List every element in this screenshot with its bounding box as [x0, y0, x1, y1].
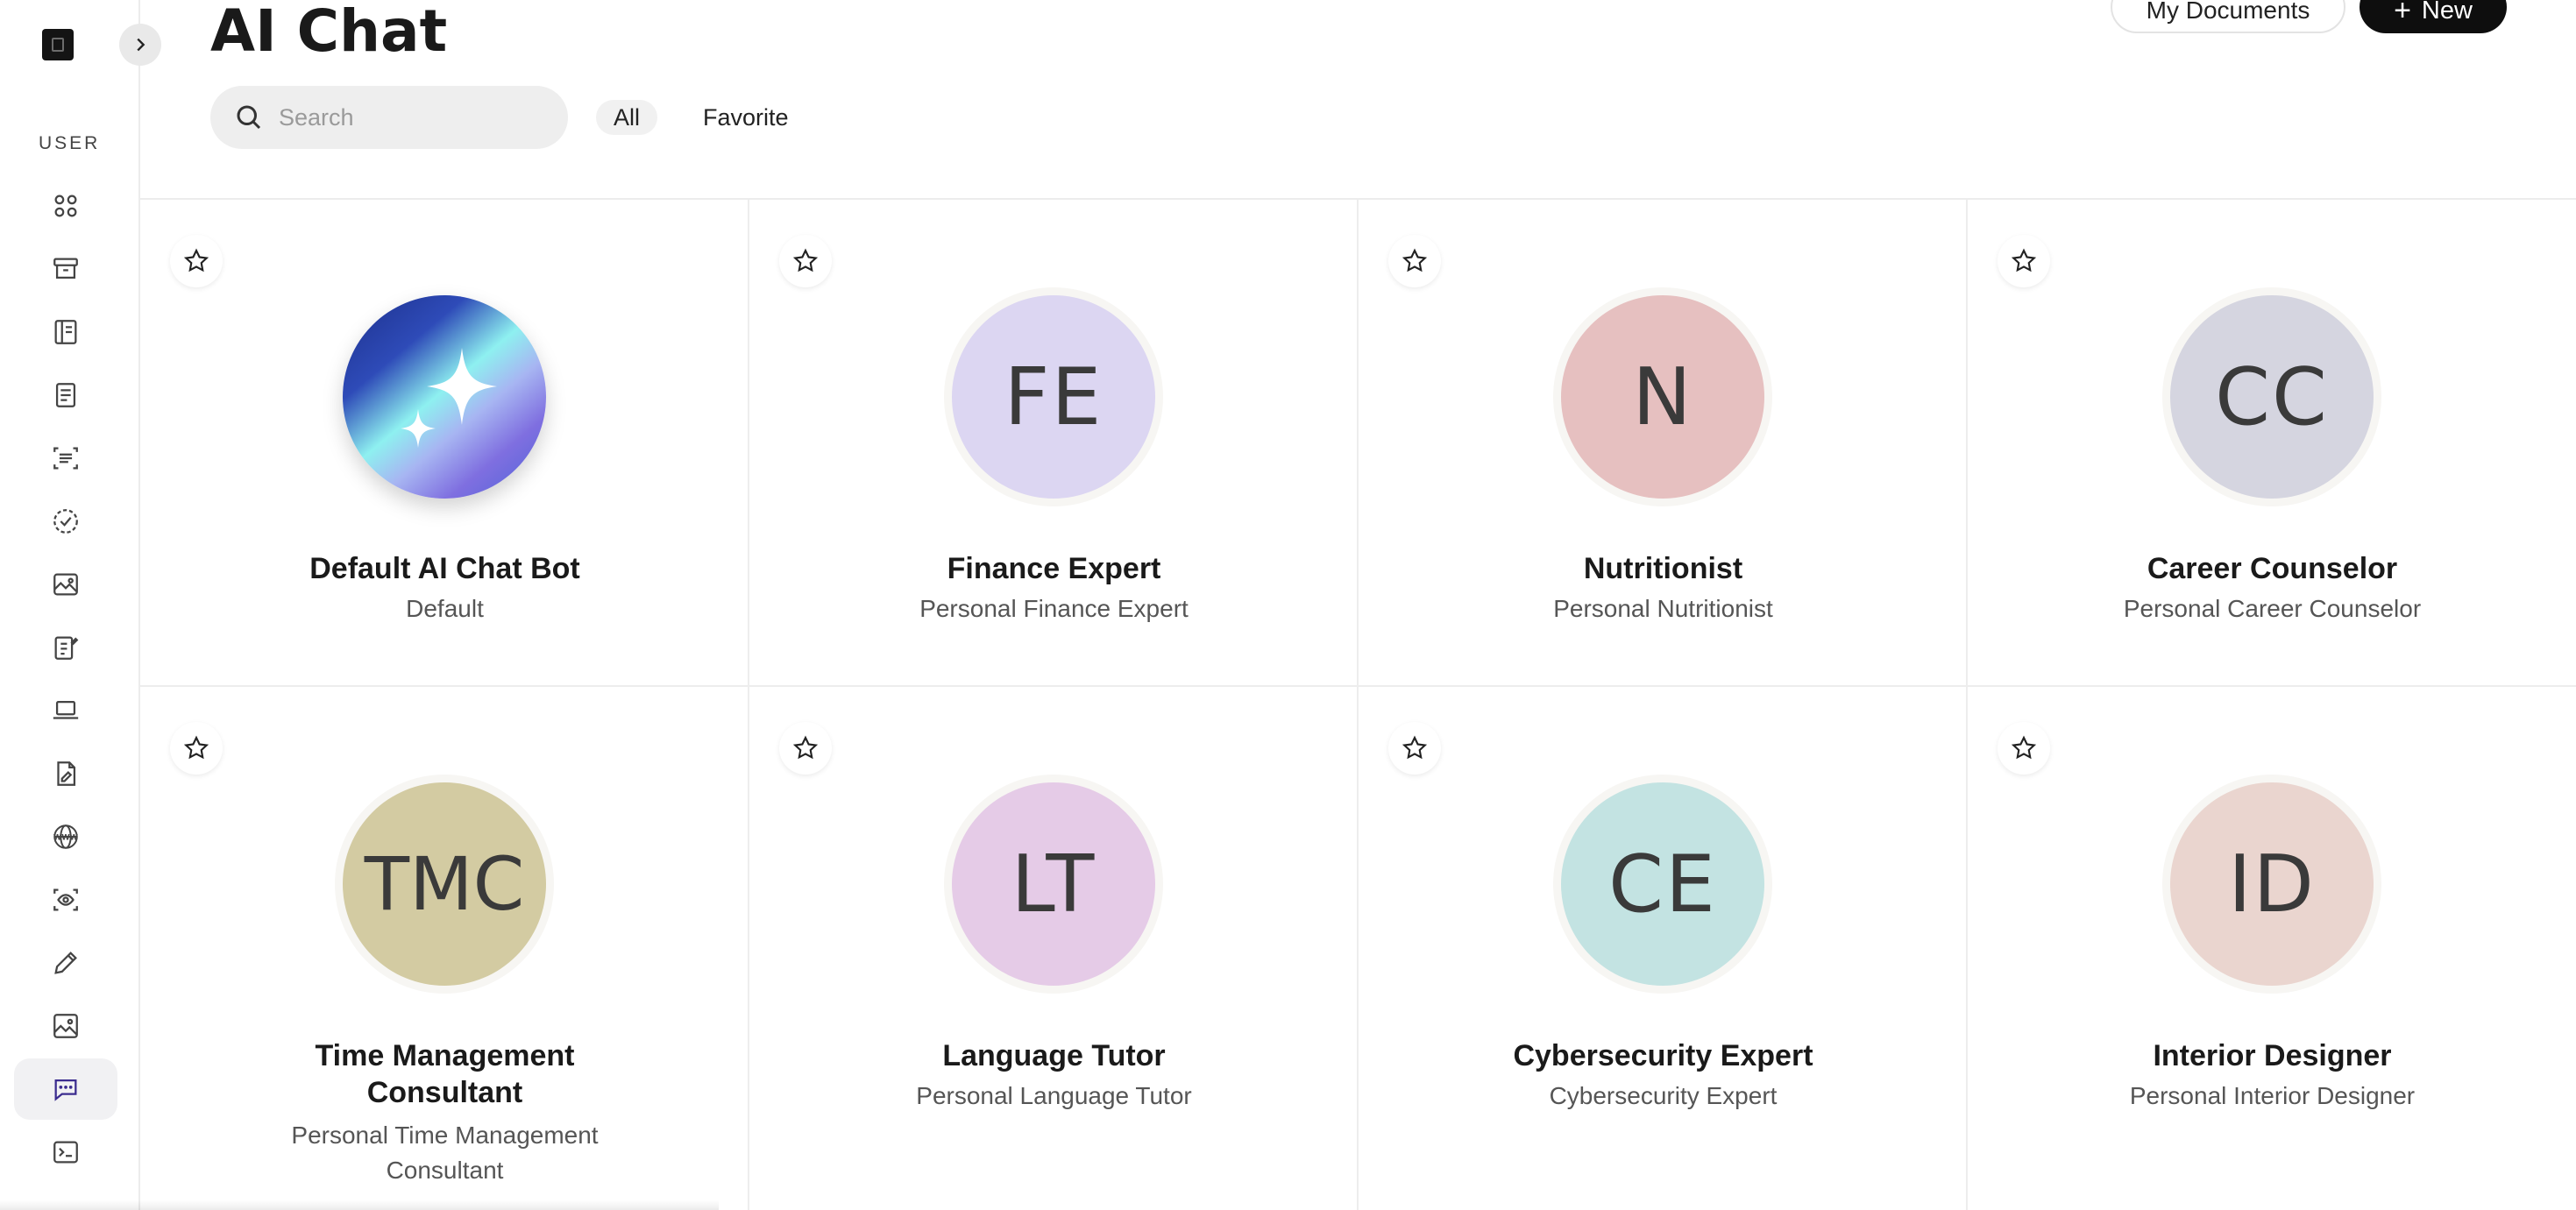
star-icon: [792, 248, 819, 272]
avatar: ID: [2170, 782, 2374, 986]
card-name: Nutritionist: [1583, 552, 1743, 585]
avatar-ring: N: [1553, 287, 1772, 506]
card-name: Interior Designer: [2153, 1039, 2392, 1072]
avatar-ring: FE: [944, 287, 1163, 506]
assistant-card[interactable]: CC Career Counselor Personal Career Coun…: [1968, 200, 2576, 687]
sparkle-icon: [401, 348, 497, 448]
star-icon: [1402, 248, 1428, 272]
app-logo[interactable]: [42, 29, 74, 60]
avatar-ring: [335, 287, 554, 506]
star-icon: [792, 735, 819, 760]
assistant-card[interactable]: ID Interior Designer Personal Interior D…: [1968, 687, 2576, 1210]
card-subtitle: Personal Language Tutor: [916, 1082, 1192, 1109]
laptop-icon[interactable]: [14, 680, 117, 741]
assistant-card[interactable]: N Nutritionist Personal Nutritionist: [1359, 200, 1968, 687]
card-name: Finance Expert: [947, 552, 1161, 585]
avatar-ring: LT: [944, 775, 1163, 994]
svg-text:WWW: WWW: [53, 834, 79, 843]
page-title: AI Chat: [210, 0, 448, 65]
new-button[interactable]: + New: [2360, 0, 2507, 33]
www-icon[interactable]: WWW: [14, 806, 117, 867]
check-circle-icon[interactable]: [14, 491, 117, 552]
picture-icon[interactable]: [14, 995, 117, 1057]
assistant-card[interactable]: LT Language Tutor Personal Language Tuto…: [749, 687, 1359, 1210]
assistant-card[interactable]: Default AI Chat Bot Default: [140, 200, 749, 687]
document-icon[interactable]: [14, 364, 117, 426]
card-subtitle: Personal Time Management Consultant: [291, 1122, 599, 1184]
my-documents-label: My Documents: [2146, 0, 2310, 24]
image-icon[interactable]: [14, 554, 117, 615]
assistant-grid: Default AI Chat Bot Default FE Finance E…: [140, 198, 2576, 1210]
scan-text-icon[interactable]: [14, 428, 117, 489]
avatar: TMC: [343, 782, 546, 986]
assistant-card[interactable]: CE Cybersecurity Expert Cybersecurity Ex…: [1359, 687, 1968, 1210]
avatar-ring: CE: [1553, 775, 1772, 994]
file-edit-icon[interactable]: [14, 743, 117, 804]
scroll-shadow: [0, 1200, 719, 1210]
sidebar-section-label: USER: [39, 133, 101, 153]
terminal-icon[interactable]: [14, 1122, 117, 1183]
avatar: CC: [2170, 295, 2374, 499]
card-name: Default AI Chat Bot: [309, 552, 580, 585]
search-input[interactable]: [279, 103, 542, 131]
plus-icon: +: [2394, 0, 2411, 27]
sidebar: USER WWW: [0, 0, 140, 1210]
sparkle-avatar: [343, 295, 546, 499]
assistant-card[interactable]: TMC Time Management Consultant Personal …: [140, 687, 749, 1210]
card-name: Cybersecurity Expert: [1513, 1039, 1813, 1072]
avatar: LT: [952, 782, 1155, 986]
search-icon: [237, 105, 261, 130]
scan-eye-icon[interactable]: [14, 869, 117, 930]
clipboard-edit-icon[interactable]: [14, 617, 117, 678]
favorite-button[interactable]: [1388, 235, 1441, 287]
card-subtitle: Default: [406, 595, 484, 622]
favorite-button[interactable]: [779, 235, 832, 287]
card-subtitle: Personal Finance Expert: [919, 595, 1189, 622]
card-name: Language Tutor: [942, 1039, 1166, 1072]
card-subtitle: Personal Nutritionist: [1553, 595, 1773, 622]
favorite-button[interactable]: [1388, 722, 1441, 775]
card-subtitle: Personal Interior Designer: [2129, 1082, 2416, 1109]
avatar-ring: TMC: [335, 775, 554, 994]
favorite-button[interactable]: [1998, 235, 2050, 287]
avatar: CE: [1561, 782, 1764, 986]
sidebar-icon-list: WWW: [14, 175, 117, 1185]
chevron-right-icon: [137, 38, 145, 52]
assistant-card[interactable]: FE Finance Expert Personal Finance Exper…: [749, 200, 1359, 687]
favorite-button[interactable]: [1998, 722, 2050, 775]
avatar-ring: CC: [2162, 287, 2381, 506]
card-name: Time Management Consultant: [315, 1039, 575, 1109]
avatar-ring: ID: [2162, 775, 2381, 994]
card-subtitle: Cybersecurity Expert: [1549, 1082, 1778, 1109]
avatar: FE: [952, 295, 1155, 499]
avatar: N: [1561, 295, 1764, 499]
star-icon: [2011, 248, 2037, 272]
card-name: Career Counselor: [2147, 552, 2398, 585]
search-box[interactable]: [210, 86, 568, 149]
star-icon: [183, 735, 209, 760]
filter-all-tab[interactable]: All: [596, 100, 658, 135]
favorite-button[interactable]: [170, 722, 223, 775]
grid-icon[interactable]: [14, 175, 117, 237]
expand-sidebar-button[interactable]: [119, 24, 161, 66]
chat-icon[interactable]: [14, 1058, 117, 1120]
pencil-icon[interactable]: [14, 932, 117, 994]
new-button-label: New: [2421, 0, 2473, 25]
card-subtitle: Personal Career Counselor: [2123, 595, 2422, 622]
star-icon: [1402, 735, 1428, 760]
filter-favorite-tab[interactable]: Favorite: [703, 100, 789, 135]
archive-icon[interactable]: [14, 238, 117, 300]
favorite-button[interactable]: [779, 722, 832, 775]
star-icon: [2011, 735, 2037, 760]
star-icon: [183, 248, 209, 272]
my-documents-button[interactable]: My Documents: [2111, 0, 2345, 33]
notebook-icon[interactable]: [14, 301, 117, 363]
favorite-button[interactable]: [170, 235, 223, 287]
